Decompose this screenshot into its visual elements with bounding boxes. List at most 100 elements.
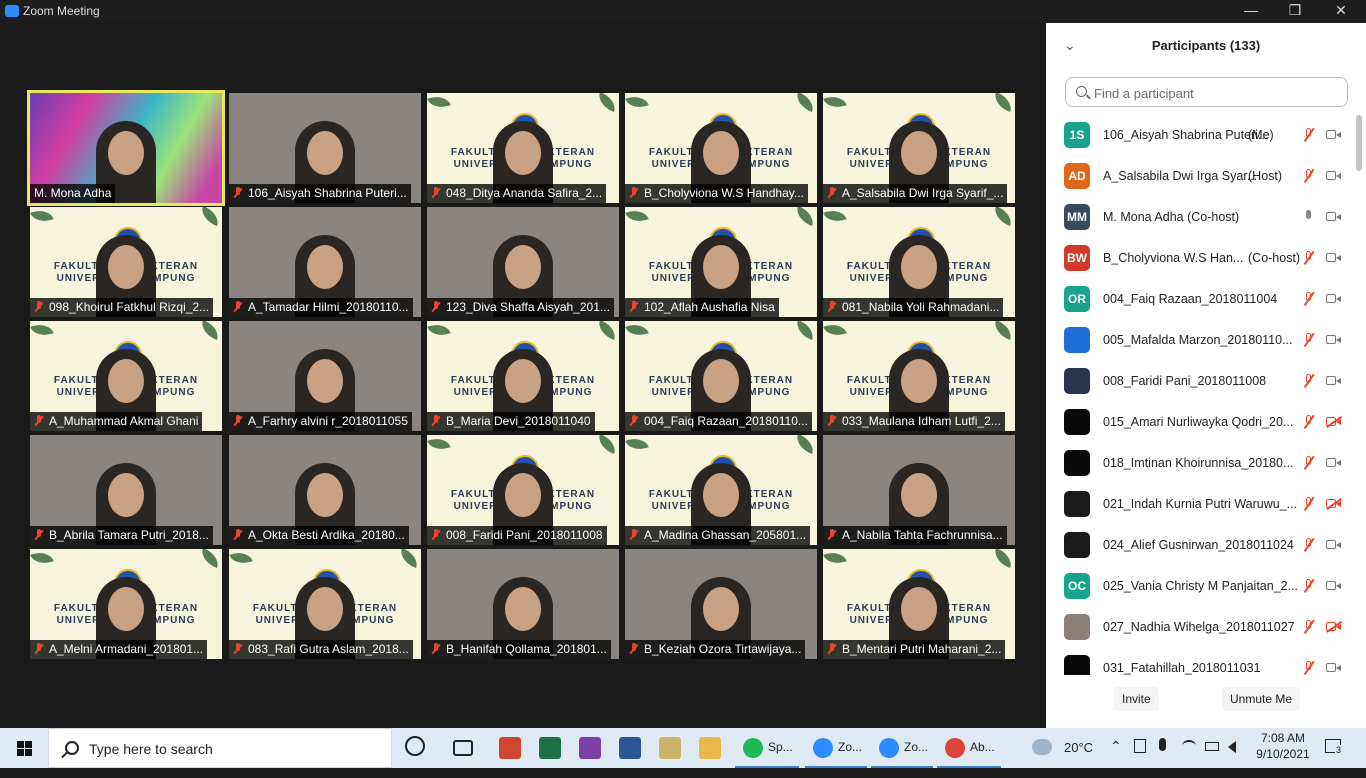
mic-icon[interactable] [1302,209,1316,225]
video-tile[interactable]: FAKULTAS KEDOKTERANUNIVERSITAS LAMPUNGB_… [427,321,619,431]
video-tile[interactable]: M. Mona Adha [27,90,225,206]
video-camera-icon[interactable] [1326,662,1342,673]
video-tile[interactable]: B_Hanifah Qollama_201801... [427,549,619,659]
video-tile[interactable]: 123_Diva Shaffa Aisyah_201... [427,207,619,317]
video-tile[interactable]: FAKULTAS KEDOKTERANUNIVERSITAS LAMPUNG10… [625,207,817,317]
muted-mic-icon[interactable] [1302,455,1316,471]
cortana-icon[interactable] [405,736,425,756]
muted-mic-icon[interactable] [1302,291,1316,307]
notifications-icon[interactable]: 3 [1325,739,1343,755]
battery-icon[interactable] [1205,742,1219,751]
participant-row[interactable]: 027_Nadhia Wihelga_2018011027 [1046,607,1354,648]
video-camera-icon[interactable] [1326,170,1342,181]
unmute-me-button[interactable]: Unmute Me [1222,687,1301,711]
video-tile[interactable]: FAKULTAS KEDOKTERANUNIVERSITAS LAMPUNGA_… [823,93,1015,203]
muted-mic-icon[interactable] [1302,127,1316,143]
participant-row[interactable]: OC 025_Vania Christy M Panjaitan_2... [1046,566,1354,607]
video-camera-icon[interactable] [1326,334,1342,345]
windows-start-button[interactable] [0,728,48,768]
maximize-button[interactable]: ❐ [1272,0,1318,23]
video-tile[interactable]: FAKULTAS KEDOKTERANUNIVERSITAS LAMPUNG04… [427,93,619,203]
excel-icon[interactable] [539,737,561,759]
device-icon[interactable] [1134,739,1146,753]
video-tile[interactable]: FAKULTAS KEDOKTERANUNIVERSITAS LAMPUNGA_… [625,435,817,545]
taskbar-app[interactable]: Sp... [735,728,799,768]
participant-name-label: A_Muhammad Akmal Ghani [30,412,203,431]
video-tile[interactable]: A_Farhry alvini r_2018011055 [229,321,421,431]
participant-row[interactable]: MM M. Mona Adha (Co-host) [1046,197,1354,238]
participant-row[interactable]: 018_Imtinan Khoirunnisa_20180... [1046,443,1354,484]
video-camera-icon[interactable] [1326,129,1342,140]
microphone-icon[interactable] [1159,738,1166,751]
search-input[interactable] [1092,83,1346,103]
video-tile[interactable]: FAKULTAS KEDOKTERANUNIVERSITAS LAMPUNGB_… [625,93,817,203]
muted-mic-icon[interactable] [1302,373,1316,389]
video-camera-icon[interactable] [1326,457,1342,468]
video-tile[interactable]: A_Tamadar Hilmi_20180110... [229,207,421,317]
participant-row[interactable]: 024_Alief Gusnirwan_2018011024 [1046,525,1354,566]
muted-mic-icon[interactable] [1302,537,1316,553]
taskbar-app[interactable]: Zo... [805,728,867,768]
onenote-icon[interactable] [579,737,601,759]
video-off-icon[interactable] [1326,497,1342,510]
video-tile[interactable]: FAKULTAS KEDOKTERANUNIVERSITAS LAMPUNG00… [625,321,817,431]
muted-mic-icon[interactable] [1302,660,1316,675]
video-tile[interactable]: FAKULTAS KEDOKTERANUNIVERSITAS LAMPUNG03… [823,321,1015,431]
taskbar-search[interactable]: Type here to search [48,728,392,768]
muted-mic-icon[interactable] [1302,619,1316,635]
muted-mic-icon[interactable] [1302,250,1316,266]
video-tile[interactable]: B_Abrila Tamara Putri_2018... [30,435,222,545]
file-explorer-icon[interactable] [699,737,721,759]
participant-row[interactable]: 1S 106_Aisyah Shabrina Puteri... (Me) [1046,115,1354,156]
muted-mic-icon[interactable] [1302,414,1316,430]
video-off-icon[interactable] [1326,620,1342,633]
avatar [1064,368,1090,394]
video-tile[interactable]: FAKULTAS KEDOKTERANUNIVERSITAS LAMPUNG09… [30,207,222,317]
wifi-icon[interactable] [1182,740,1196,752]
close-button[interactable]: ✕ [1318,0,1364,23]
video-tile[interactable]: A_Okta Besti Ardika_20180... [229,435,421,545]
scrollbar[interactable] [1356,115,1362,171]
participant-face [108,245,144,289]
video-camera-icon[interactable] [1326,539,1342,550]
task-view-icon[interactable] [453,740,473,756]
video-camera-icon[interactable] [1326,211,1342,222]
invite-button[interactable]: Invite [1114,687,1159,711]
participant-row[interactable]: 031_Fatahillah_2018011031 [1046,648,1354,675]
video-camera-icon[interactable] [1326,293,1342,304]
video-tile[interactable]: FAKULTAS KEDOKTERANUNIVERSITAS LAMPUNG00… [427,435,619,545]
muted-mic-icon[interactable] [1302,578,1316,594]
video-camera-icon[interactable] [1326,375,1342,386]
participant-row[interactable]: 021_Indah Kurnia Putri Waruwu_... [1046,484,1354,525]
video-tile[interactable]: FAKULTAS KEDOKTERANUNIVERSITAS LAMPUNGA_… [30,549,222,659]
video-camera-icon[interactable] [1326,252,1342,263]
participant-row[interactable]: 008_Faridi Pani_2018011008 [1046,361,1354,402]
participant-search[interactable] [1065,77,1348,107]
video-tile[interactable]: FAKULTAS KEDOKTERANUNIVERSITAS LAMPUNG08… [229,549,421,659]
muted-mic-icon[interactable] [1302,168,1316,184]
taskbar-app[interactable]: Zo... [871,728,933,768]
video-tile[interactable]: FAKULTAS KEDOKTERANUNIVERSITAS LAMPUNGA_… [30,321,222,431]
muted-mic-icon[interactable] [1302,496,1316,512]
powerpoint-icon[interactable] [499,737,521,759]
participant-row[interactable]: 015_Amari Nurliwayka Qodri_20... [1046,402,1354,443]
paint-icon[interactable] [659,737,681,759]
video-tile[interactable]: 106_Aisyah Shabrina Puteri... [229,93,421,203]
video-tile[interactable]: FAKULTAS KEDOKTERANUNIVERSITAS LAMPUNGB_… [823,549,1015,659]
word-icon[interactable] [619,737,641,759]
taskbar-app[interactable]: Ab... [937,728,1001,768]
video-tile[interactable]: A_Nabila Tahta Fachrunnisa... [823,435,1015,545]
video-tile[interactable]: B_Keziah Ozora Tirtawijaya... [625,549,817,659]
minimize-button[interactable]: — [1228,0,1274,23]
participant-row[interactable]: BW B_Cholyviona W.S Han... (Co-host) [1046,238,1354,279]
volume-icon[interactable] [1228,741,1236,753]
video-off-icon[interactable] [1326,415,1342,428]
muted-mic-icon[interactable] [1302,332,1316,348]
participant-row[interactable]: 005_Mafalda Marzon_20180110... [1046,320,1354,361]
video-camera-icon[interactable] [1326,580,1342,591]
participant-row[interactable]: OR 004_Faiq Razaan_2018011004 [1046,279,1354,320]
clock[interactable]: 7:08 AM 9/10/2021 [1252,731,1314,771]
video-tile[interactable]: FAKULTAS KEDOKTERANUNIVERSITAS LAMPUNG08… [823,207,1015,317]
participant-row[interactable]: AD A_Salsabila Dwi Irga Syar... (Host) [1046,156,1354,197]
show-hidden-icons[interactable]: ⌃ [1110,738,1122,778]
